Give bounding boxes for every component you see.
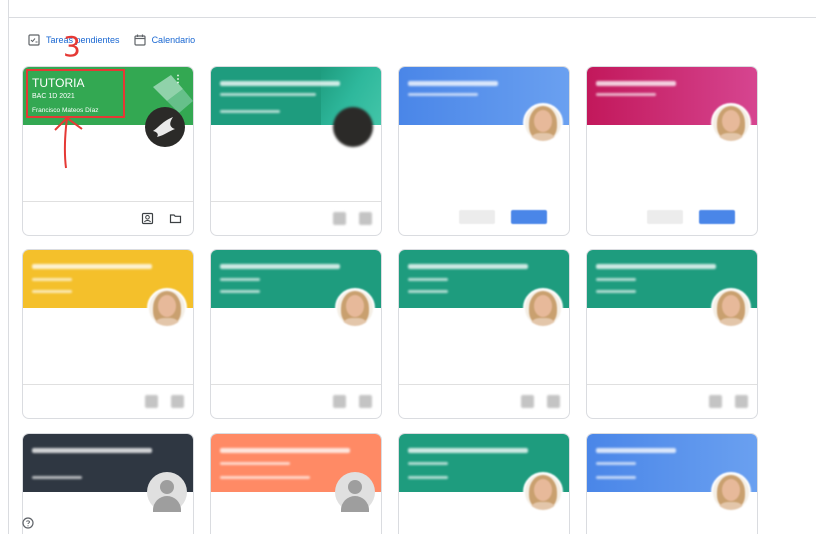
- teacher-avatar: [711, 472, 751, 512]
- blurred-title: [408, 448, 528, 453]
- card-footer: [587, 201, 757, 235]
- blurred-owner: [220, 476, 310, 479]
- folder-icon[interactable]: [171, 395, 184, 408]
- teacher-avatar: [523, 472, 563, 512]
- quick-links: Tareas pendientes Calendario: [28, 34, 209, 46]
- blurred-owner: [32, 290, 72, 293]
- teacher-avatar: [145, 107, 185, 147]
- class-card[interactable]: [586, 66, 758, 236]
- blurred-title: [596, 264, 716, 269]
- blurred-title: [220, 81, 340, 86]
- class-card[interactable]: [22, 433, 194, 534]
- card-footer: [399, 201, 569, 235]
- blurred-owner: [596, 290, 636, 293]
- calendar-icon: [133, 34, 146, 46]
- portfolio-icon[interactable]: [521, 395, 534, 408]
- teacher-avatar: [335, 472, 375, 512]
- class-card[interactable]: [210, 249, 382, 419]
- blurred-title: [32, 264, 152, 269]
- blurred-owner: [408, 290, 448, 293]
- blurred-title: [408, 81, 498, 86]
- annotation-highlight-box: [26, 69, 125, 118]
- blurred-section: [408, 278, 448, 281]
- card-footer: [211, 201, 381, 235]
- blurred-title: [408, 264, 528, 269]
- portfolio-icon[interactable]: [333, 212, 346, 225]
- calendar-label: Calendario: [151, 35, 196, 45]
- blurred-owner: [596, 476, 636, 479]
- blurred-title: [596, 81, 676, 86]
- pending-tasks-label: Tareas pendientes: [46, 35, 120, 45]
- portfolio-icon[interactable]: [141, 212, 154, 225]
- checklist-icon: [28, 34, 40, 46]
- folder-icon[interactable]: [169, 212, 182, 225]
- folder-icon[interactable]: [547, 395, 560, 408]
- class-card[interactable]: [210, 66, 382, 236]
- blurred-button[interactable]: [459, 210, 495, 224]
- card-footer: [587, 384, 757, 418]
- teacher-avatar: [333, 107, 373, 147]
- blurred-title: [220, 448, 350, 453]
- class-card[interactable]: [398, 433, 570, 534]
- blurred-section: [596, 278, 636, 281]
- class-card[interactable]: [586, 249, 758, 419]
- blurred-owner: [220, 290, 260, 293]
- card-footer: [23, 201, 193, 235]
- folder-icon[interactable]: [359, 212, 372, 225]
- teacher-avatar: [523, 288, 563, 328]
- annotation-arrow-icon: [54, 116, 83, 169]
- card-footer: [211, 384, 381, 418]
- blurred-section: [408, 93, 478, 96]
- blurred-title: [32, 448, 152, 453]
- blurred-title: [596, 448, 676, 453]
- blurred-section: [596, 462, 636, 465]
- blurred-section: [596, 93, 656, 96]
- swallow-icon: [153, 117, 175, 137]
- portfolio-icon[interactable]: [333, 395, 346, 408]
- class-card[interactable]: [398, 249, 570, 419]
- teacher-avatar: [147, 288, 187, 328]
- portfolio-icon[interactable]: [145, 395, 158, 408]
- blurred-section: [408, 462, 448, 465]
- class-card[interactable]: [586, 433, 758, 534]
- calendar-link[interactable]: Calendario: [133, 34, 196, 46]
- blurred-button[interactable]: [647, 210, 683, 224]
- blurred-title: [220, 264, 340, 269]
- teacher-avatar: [335, 288, 375, 328]
- teacher-avatar: [523, 103, 563, 143]
- annotation-number: 3: [63, 30, 81, 63]
- blurred-button[interactable]: [699, 210, 735, 224]
- blurred-section: [32, 278, 72, 281]
- folder-icon[interactable]: [359, 395, 372, 408]
- blurred-section: [220, 278, 260, 281]
- teacher-avatar: [711, 288, 751, 328]
- header-divider: [8, 17, 816, 18]
- class-card[interactable]: [22, 249, 194, 419]
- class-card[interactable]: [398, 66, 570, 236]
- blurred-owner: [32, 476, 82, 479]
- sidebar-divider: [8, 0, 9, 534]
- help-icon[interactable]: [22, 517, 34, 529]
- class-card[interactable]: [210, 433, 382, 534]
- blurred-owner: [220, 110, 280, 113]
- teacher-avatar: [147, 472, 187, 512]
- portfolio-icon[interactable]: [709, 395, 722, 408]
- blurred-section: [220, 93, 316, 96]
- teacher-avatar: [711, 103, 751, 143]
- blurred-owner: [408, 476, 448, 479]
- more-options-icon[interactable]: ⋮: [173, 75, 183, 85]
- card-footer: [23, 384, 193, 418]
- folder-icon[interactable]: [735, 395, 748, 408]
- card-footer: [399, 384, 569, 418]
- blurred-button[interactable]: [511, 210, 547, 224]
- classroom-home: Tareas pendientes Calendario TUTORIA BAC…: [0, 0, 816, 534]
- blurred-section: [220, 462, 290, 465]
